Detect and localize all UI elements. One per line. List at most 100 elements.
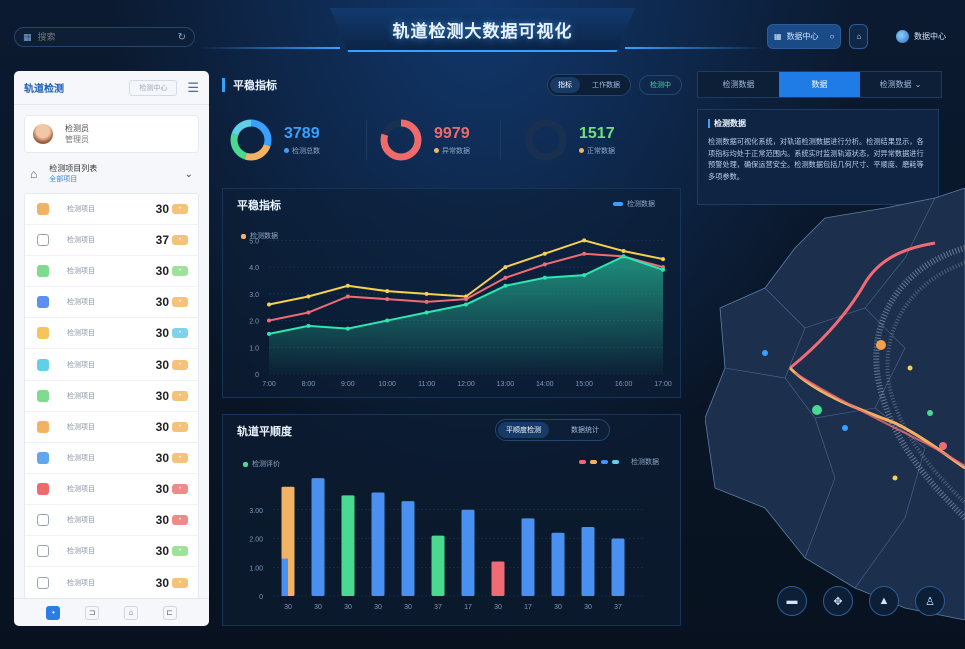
data-point[interactable] bbox=[424, 291, 429, 296]
list-item[interactable]: 检测项目 30 • bbox=[25, 443, 198, 474]
bar[interactable] bbox=[521, 518, 535, 596]
list-item[interactable]: 检测项目 30 • bbox=[25, 287, 198, 319]
map-marker[interactable] bbox=[927, 410, 933, 416]
list-item[interactable]: 检测项目 30 • bbox=[25, 412, 198, 443]
map-control-button[interactable]: ▬ bbox=[777, 586, 807, 616]
map-marker[interactable] bbox=[762, 350, 768, 356]
user-menu[interactable]: 数据中心 bbox=[896, 30, 946, 43]
data-point[interactable] bbox=[464, 297, 468, 302]
data-point[interactable] bbox=[306, 310, 311, 315]
data-point[interactable] bbox=[582, 273, 587, 278]
map-control-button[interactable]: ▲ bbox=[869, 586, 899, 616]
footer-button[interactable]: ⊐ bbox=[85, 605, 100, 620]
item-icon bbox=[37, 203, 49, 216]
tab-work-data[interactable]: 工作数据 bbox=[584, 77, 628, 93]
map-marker[interactable] bbox=[876, 340, 886, 350]
tab-detect-data-dropdown[interactable]: 检测数据 ⌄ bbox=[860, 72, 941, 97]
data-point[interactable] bbox=[542, 275, 547, 280]
list-item[interactable]: 检测项目 30 • bbox=[25, 474, 198, 505]
section-header[interactable]: ⌂ 检测项目列表 全部项目 ⌄ bbox=[24, 159, 199, 189]
map-region bbox=[704, 187, 965, 621]
map-marker[interactable] bbox=[907, 365, 913, 371]
chevron-down-icon[interactable]: ⌄ bbox=[185, 169, 193, 180]
search-input[interactable] bbox=[37, 32, 178, 42]
bar[interactable] bbox=[581, 527, 595, 596]
tab-detect-data[interactable]: 检测数据 bbox=[698, 72, 779, 97]
x-tick-label: 30 bbox=[404, 604, 412, 611]
data-point[interactable] bbox=[306, 294, 311, 299]
data-center-button[interactable]: ▦ 数据中心 ○ bbox=[767, 24, 842, 49]
data-point[interactable] bbox=[267, 318, 271, 323]
list-item[interactable]: 检测项目 30 • bbox=[25, 536, 198, 568]
data-point[interactable] bbox=[503, 283, 508, 288]
list-item[interactable]: 检测项目 30 • bbox=[25, 256, 198, 288]
list-item[interactable]: 检测项目 30 • bbox=[25, 505, 198, 537]
data-point[interactable] bbox=[542, 262, 547, 267]
map-marker[interactable] bbox=[892, 475, 898, 481]
y-tick-label: 4.0 bbox=[249, 265, 259, 272]
data-point[interactable] bbox=[582, 251, 587, 256]
data-point[interactable] bbox=[424, 299, 429, 304]
data-point[interactable] bbox=[345, 283, 350, 288]
list-item[interactable]: 检测项目 30 • bbox=[25, 381, 198, 412]
bar[interactable] bbox=[431, 535, 445, 596]
item-value: 30 bbox=[155, 450, 169, 465]
home-button[interactable]: ⌂ bbox=[849, 24, 869, 49]
hamburger-menu-icon[interactable]: ☰ bbox=[187, 80, 199, 96]
search-box[interactable]: ▦ ↻ bbox=[14, 27, 195, 47]
data-point[interactable] bbox=[661, 267, 665, 272]
list-item[interactable]: 检测项目 30 • bbox=[25, 318, 198, 350]
footer-button[interactable]: ⊏ bbox=[162, 605, 177, 620]
bar[interactable] bbox=[371, 492, 385, 597]
data-point[interactable] bbox=[503, 275, 508, 280]
map-marker[interactable] bbox=[842, 425, 848, 431]
data-point[interactable] bbox=[267, 331, 271, 336]
list-item[interactable]: 检测项目 30 • bbox=[25, 194, 198, 226]
bar[interactable] bbox=[611, 538, 625, 597]
bar[interactable] bbox=[551, 532, 565, 596]
data-point[interactable] bbox=[582, 238, 587, 243]
item-badge: • bbox=[172, 266, 188, 277]
map-marker[interactable] bbox=[812, 405, 822, 415]
data-point[interactable] bbox=[621, 254, 626, 259]
data-point[interactable] bbox=[542, 251, 547, 256]
list-item[interactable]: 检测项目 30 • bbox=[25, 349, 198, 381]
map[interactable] bbox=[704, 187, 965, 621]
data-point[interactable] bbox=[267, 302, 271, 307]
bar[interactable] bbox=[401, 501, 415, 596]
tab-indicator[interactable]: 指标 bbox=[550, 77, 580, 93]
donut-chart bbox=[230, 119, 272, 161]
data-point[interactable] bbox=[385, 297, 390, 302]
data-point[interactable] bbox=[464, 302, 468, 307]
data-point[interactable] bbox=[661, 257, 665, 262]
status-button[interactable]: 检测中 bbox=[639, 75, 682, 95]
list-item[interactable]: 检测项目 30 • bbox=[25, 567, 198, 598]
tab-data[interactable]: 数据 bbox=[779, 72, 860, 97]
stat-label-wrap: 检测总数 bbox=[284, 146, 320, 156]
bar[interactable] bbox=[311, 478, 325, 596]
item-label: 检测项目 bbox=[67, 485, 95, 493]
data-point[interactable] bbox=[424, 310, 429, 315]
footer-button[interactable]: ⌂ bbox=[123, 605, 138, 620]
center-button[interactable]: 检测中心 bbox=[129, 79, 178, 96]
data-point[interactable] bbox=[385, 318, 390, 323]
data-point[interactable] bbox=[503, 265, 508, 270]
bar[interactable] bbox=[341, 495, 355, 596]
item-value: 30 bbox=[155, 575, 169, 590]
map-marker[interactable] bbox=[939, 442, 947, 450]
data-point[interactable] bbox=[345, 294, 350, 299]
bar[interactable] bbox=[461, 509, 475, 596]
bar[interactable] bbox=[491, 561, 505, 597]
item-icon bbox=[37, 358, 49, 371]
y-tick-label: 1.00 bbox=[249, 565, 263, 572]
refresh-icon[interactable]: ↻ bbox=[178, 32, 186, 43]
data-point[interactable] bbox=[621, 249, 626, 254]
map-control-button[interactable]: ✥ bbox=[823, 586, 853, 616]
data-point[interactable] bbox=[345, 326, 350, 331]
data-point[interactable] bbox=[306, 323, 311, 328]
list-item[interactable]: 检测项目 37 • bbox=[25, 225, 198, 257]
map-control-button[interactable]: ♙ bbox=[915, 586, 945, 616]
footer-button[interactable]: • bbox=[46, 605, 61, 620]
data-point[interactable] bbox=[385, 289, 390, 294]
profile-card[interactable]: 检测员 管理员 bbox=[24, 115, 199, 153]
